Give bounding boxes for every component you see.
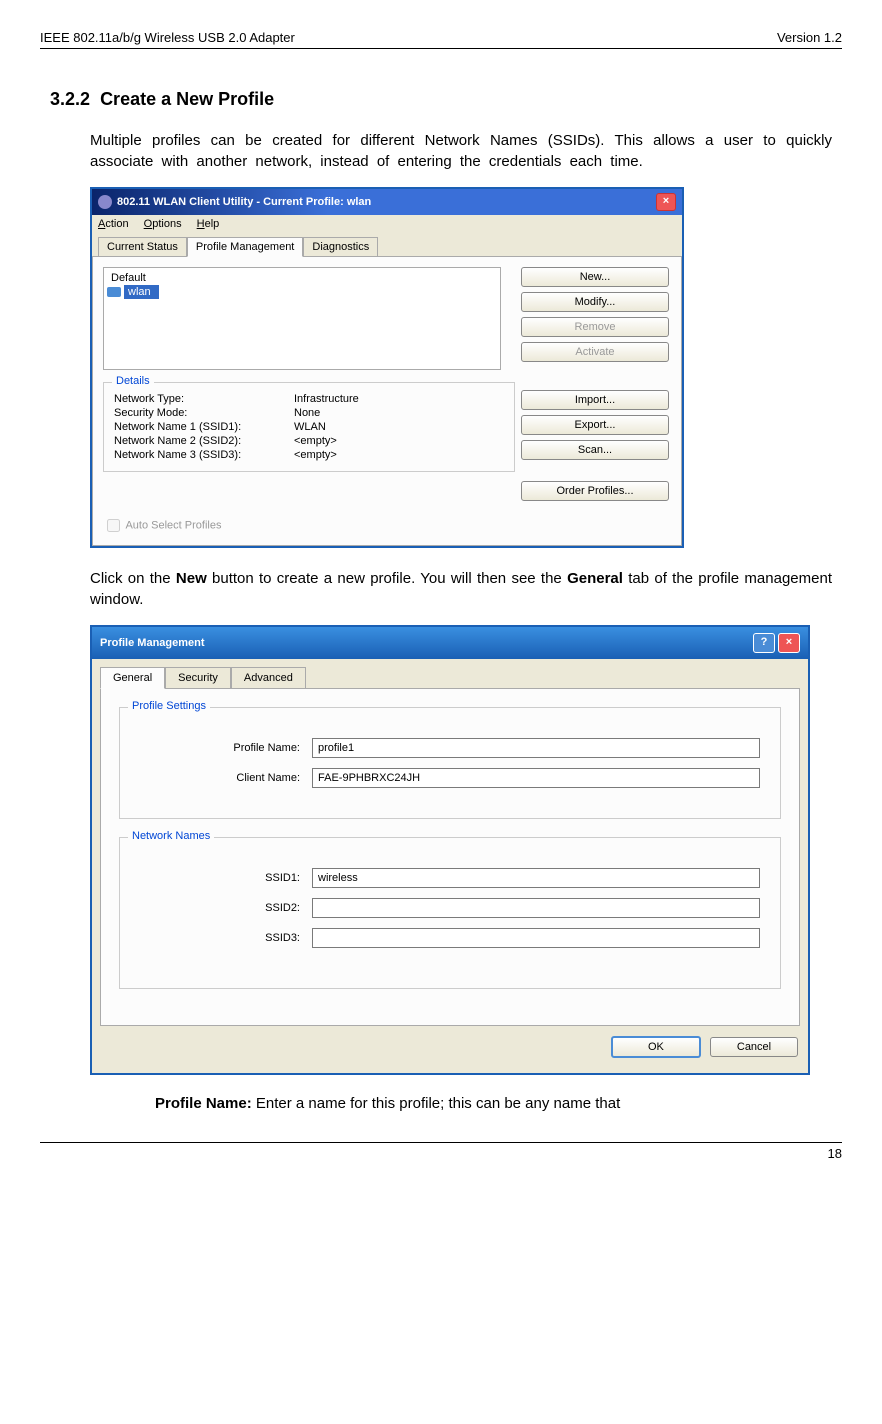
ssid1-input[interactable] (312, 868, 760, 888)
list-item-text: Enter a name for this profile; this can … (252, 1095, 621, 1112)
details-legend: Details (112, 375, 154, 387)
dialog-buttons: OK Cancel (92, 1026, 808, 1073)
profile-buttons-bottom: Import... Export... Scan... Order Profil… (521, 390, 671, 506)
tab-profile-management[interactable]: Profile Management (187, 237, 303, 257)
ssid2-input[interactable] (312, 898, 760, 918)
client-name-label: Client Name: (140, 772, 312, 784)
detail-value: <empty> (294, 435, 337, 447)
detail-value: None (294, 407, 320, 419)
close-icon[interactable]: × (656, 193, 676, 211)
profile-item-default[interactable]: Default (107, 271, 497, 285)
menu-help[interactable]: Help (197, 218, 220, 230)
tab-content: Default wlan New... Modify... Remove Act… (92, 256, 682, 546)
page-header: IEEE 802.11a/b/g Wireless USB 2.0 Adapte… (40, 30, 842, 49)
modify-button[interactable]: Modify... (521, 292, 669, 312)
ok-button[interactable]: OK (611, 1036, 701, 1058)
profile-name-label: Profile Name: (140, 742, 312, 754)
tab-diagnostics[interactable]: Diagnostics (303, 237, 378, 256)
tab-strip: General Security Advanced (92, 659, 808, 688)
window-title-text: 802.11 WLAN Client Utility - Current Pro… (117, 196, 371, 208)
ssid1-label: SSID1: (140, 872, 312, 884)
section-heading: 3.2.2 Create a New Profile (50, 89, 842, 110)
order-profiles-button[interactable]: Order Profiles... (521, 481, 669, 501)
wlan-utility-window: 802.11 WLAN Client Utility - Current Pro… (90, 187, 684, 548)
menu-bar: Action Options Help (92, 215, 682, 233)
detail-value: WLAN (294, 421, 326, 433)
profile-buttons-top: New... Modify... Remove Activate (521, 267, 671, 367)
detail-value: Infrastructure (294, 393, 359, 405)
tab-advanced[interactable]: Advanced (231, 667, 306, 688)
network-names-group: Network Names SSID1: SSID2: SSID3: (119, 837, 781, 989)
close-icon[interactable]: × (778, 633, 800, 653)
tab-current-status[interactable]: Current Status (98, 237, 187, 256)
window-titlebar: 802.11 WLAN Client Utility - Current Pro… (92, 189, 682, 215)
ssid2-label: SSID2: (140, 902, 312, 914)
help-icon[interactable]: ? (753, 633, 775, 653)
list-item-label: Profile Name: (155, 1095, 252, 1112)
bullet-item: Profile Name: Enter a name for this prof… (115, 1095, 832, 1112)
menu-action[interactable]: Action (98, 218, 129, 230)
profile-management-window: Profile Management ? × General Security … (90, 625, 810, 1075)
bullet-marker (115, 1095, 155, 1112)
ssid3-input[interactable] (312, 928, 760, 948)
auto-select-row: Auto Select Profiles (103, 516, 671, 535)
page-number: 18 (828, 1146, 842, 1161)
export-button[interactable]: Export... (521, 415, 669, 435)
profile-list[interactable]: Default wlan (103, 267, 501, 370)
menu-options[interactable]: Options (144, 218, 182, 230)
remove-button: Remove (521, 317, 669, 337)
paragraph-2: Click on the New button to create a new … (90, 568, 832, 610)
app-icon (98, 195, 112, 209)
profile-item-wlan[interactable]: wlan (107, 285, 497, 299)
detail-label: Network Name 2 (SSID2): (114, 435, 294, 447)
profile-settings-group: Profile Settings Profile Name: Client Na… (119, 707, 781, 819)
ssid3-label: SSID3: (140, 932, 312, 944)
page-footer: 18 (40, 1142, 842, 1161)
detail-label: Security Mode: (114, 407, 294, 419)
detail-label: Network Type: (114, 393, 294, 405)
wlan-icon (107, 287, 121, 297)
details-group: Details Network Type:Infrastructure Secu… (103, 382, 515, 472)
auto-select-checkbox (107, 519, 120, 532)
detail-label: Network Name 1 (SSID1): (114, 421, 294, 433)
client-name-input[interactable] (312, 768, 760, 788)
fieldset-legend: Network Names (128, 830, 214, 842)
auto-select-label: Auto Select Profiles (125, 519, 221, 531)
profile-name-input[interactable] (312, 738, 760, 758)
tab-security[interactable]: Security (165, 667, 231, 688)
fieldset-legend: Profile Settings (128, 700, 210, 712)
window-title-text: Profile Management (100, 637, 205, 649)
new-button[interactable]: New... (521, 267, 669, 287)
tab-strip: Current Status Profile Management Diagno… (92, 233, 682, 256)
detail-value: <empty> (294, 449, 337, 461)
detail-label: Network Name 3 (SSID3): (114, 449, 294, 461)
cancel-button[interactable]: Cancel (710, 1037, 798, 1057)
paragraph-1: Multiple profiles can be created for dif… (90, 130, 832, 172)
window-titlebar: Profile Management ? × (92, 627, 808, 659)
header-right: Version 1.2 (777, 30, 842, 45)
header-left: IEEE 802.11a/b/g Wireless USB 2.0 Adapte… (40, 30, 295, 45)
activate-button: Activate (521, 342, 669, 362)
tab-general[interactable]: General (100, 667, 165, 689)
scan-button[interactable]: Scan... (521, 440, 669, 460)
tab-content: Profile Settings Profile Name: Client Na… (100, 688, 800, 1026)
import-button[interactable]: Import... (521, 390, 669, 410)
